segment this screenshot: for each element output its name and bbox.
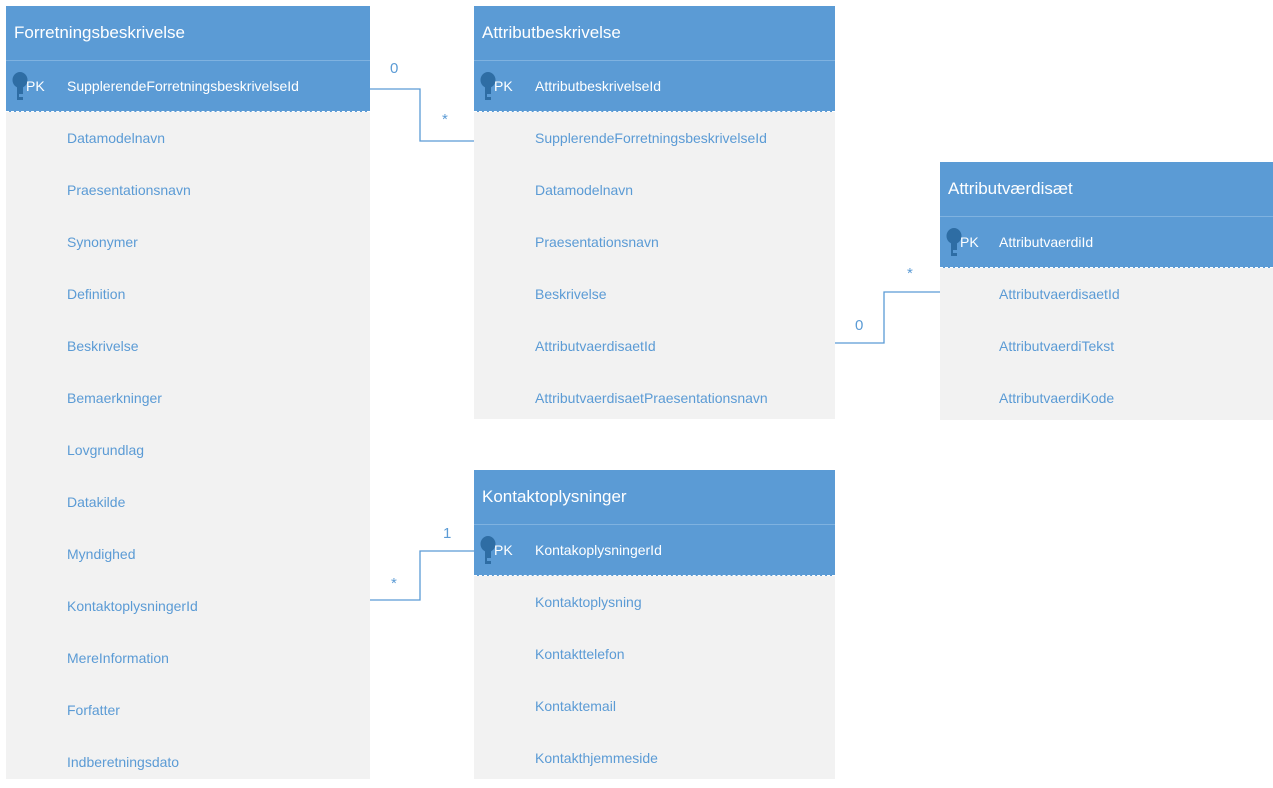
pk-field-name: SupplerendeForretningsbeskrivelseId bbox=[67, 78, 299, 94]
entity-forretningsbeskrivelse[interactable]: Forretningsbeskrivelse PK SupplerendeFor… bbox=[6, 6, 370, 779]
field: Forfatter bbox=[67, 702, 120, 718]
multiplicity-label: * bbox=[442, 111, 448, 128]
relation-attribut-vaerdisaet-line bbox=[832, 291, 940, 344]
field: SupplerendeForretningsbeskrivelseId bbox=[535, 130, 767, 146]
multiplicity-label: 0 bbox=[390, 60, 399, 77]
field: AttributvaerdisaetId bbox=[535, 338, 656, 354]
field: Indberetningsdato bbox=[67, 754, 180, 770]
field: Datamodelnavn bbox=[67, 130, 166, 146]
field: Praesentationsnavn bbox=[535, 234, 659, 250]
entity-title: Kontaktoplysninger bbox=[474, 470, 835, 524]
pk-label: PK bbox=[494, 542, 513, 558]
multiplicity-label: 1 bbox=[443, 525, 452, 542]
entity-attributvaerdisaet[interactable]: Attributværdisæt PK AttributvaerdiId Att… bbox=[940, 162, 1273, 420]
primary-key-row[interactable]: PK KontakoplysningerId bbox=[474, 524, 835, 576]
relation-forretning-attribut-line bbox=[370, 88, 474, 142]
field: Kontakthjemmeside bbox=[535, 750, 658, 766]
field: Kontaktemail bbox=[535, 698, 616, 714]
multiplicity-label: * bbox=[907, 265, 913, 282]
field: Lovgrundlag bbox=[67, 442, 145, 458]
field: AttributvaerdiTekst bbox=[999, 338, 1115, 354]
field: Datamodelnavn bbox=[535, 182, 634, 198]
field: Beskrivelse bbox=[535, 286, 607, 302]
pk-field-name: KontakoplysningerId bbox=[535, 542, 662, 558]
entity-kontaktoplysninger[interactable]: Kontaktoplysninger PK KontakoplysningerI… bbox=[474, 470, 835, 779]
field: AttributvaerdisaetPraesentationsnavn bbox=[535, 390, 768, 406]
field: Datakilde bbox=[67, 494, 126, 510]
field: Kontaktoplysning bbox=[535, 594, 642, 610]
primary-key-row[interactable]: PK AttributbeskrivelseId bbox=[474, 60, 835, 112]
relation-forretning-kontakt-line bbox=[370, 550, 474, 601]
entity-title: Forretningsbeskrivelse bbox=[6, 6, 370, 60]
field: Praesentationsnavn bbox=[67, 182, 191, 198]
field: AttributvaerdisaetId bbox=[999, 286, 1120, 302]
field: Kontakttelefon bbox=[535, 646, 625, 662]
primary-key-row[interactable]: PK SupplerendeForretningsbeskrivelseId bbox=[6, 60, 370, 112]
field: Bemaerkninger bbox=[67, 390, 162, 406]
field: Myndighed bbox=[67, 546, 136, 562]
multiplicity-label: * bbox=[391, 575, 397, 592]
pk-label: PK bbox=[26, 78, 45, 94]
field: AttributvaerdiKode bbox=[999, 390, 1115, 406]
field: Definition bbox=[67, 286, 126, 302]
field: KontaktoplysningerId bbox=[67, 598, 198, 614]
entity-title: Attributbeskrivelse bbox=[474, 6, 835, 60]
pk-label: PK bbox=[960, 234, 979, 250]
pk-field-name: AttributbeskrivelseId bbox=[535, 78, 662, 94]
entity-title: Attributværdisæt bbox=[940, 162, 1273, 216]
pk-label: PK bbox=[494, 78, 513, 94]
field: Beskrivelse bbox=[67, 338, 139, 354]
primary-key-row[interactable]: PK AttributvaerdiId bbox=[940, 216, 1273, 268]
multiplicity-label: 0 bbox=[855, 317, 864, 334]
entity-attributbeskrivelse[interactable]: Attributbeskrivelse PK Attributbeskrivel… bbox=[474, 6, 835, 419]
pk-field-name: AttributvaerdiId bbox=[999, 234, 1094, 250]
field: Synonymer bbox=[67, 234, 138, 250]
field: MereInformation bbox=[67, 650, 169, 666]
